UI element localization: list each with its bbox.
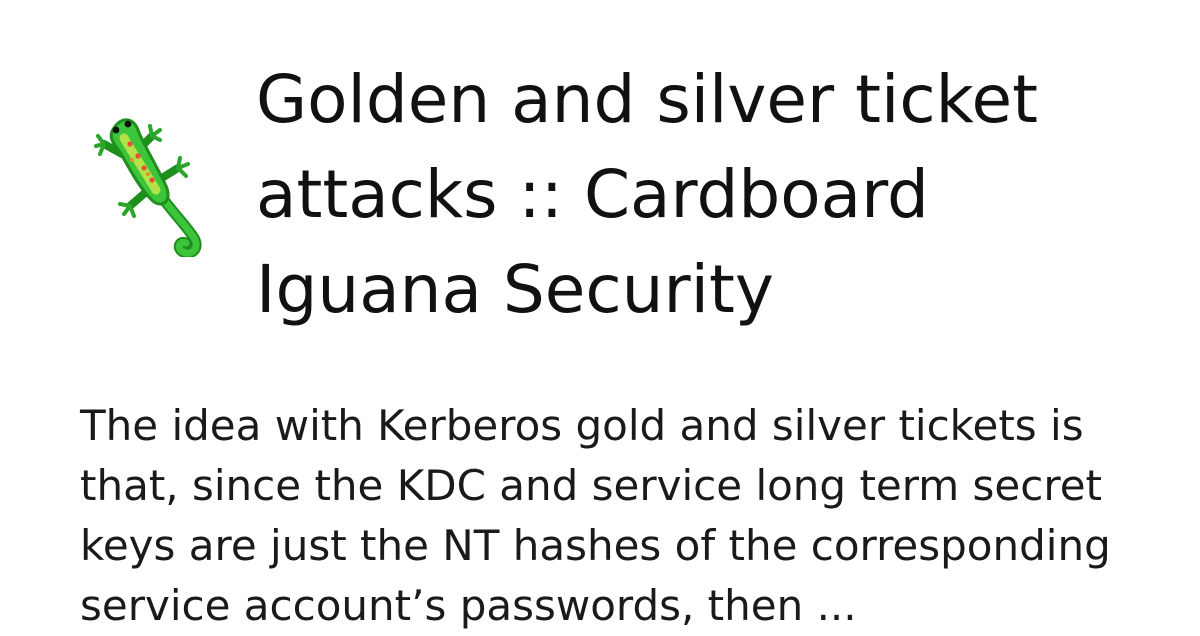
description-line: keys are just the NT hashes of the corre… bbox=[80, 521, 1111, 570]
description-line: that, since the KDC and service long ter… bbox=[80, 461, 1103, 510]
title-line: Golden and silver ticket bbox=[256, 61, 1039, 138]
page-title: Golden and silver ticket attacks :: Card… bbox=[256, 52, 1156, 337]
lizard-icon bbox=[92, 112, 212, 259]
title-line: attacks :: Cardboard bbox=[256, 156, 929, 233]
page-description: The idea with Kerberos gold and silver t… bbox=[80, 396, 1140, 636]
description-line: The idea with Kerberos gold and silver t… bbox=[80, 401, 1084, 450]
title-line: Iguana Security bbox=[256, 251, 774, 328]
description-line: service account’s passwords, then ... bbox=[80, 581, 857, 630]
preview-card: Golden and silver ticket attacks :: Card… bbox=[0, 0, 1200, 630]
